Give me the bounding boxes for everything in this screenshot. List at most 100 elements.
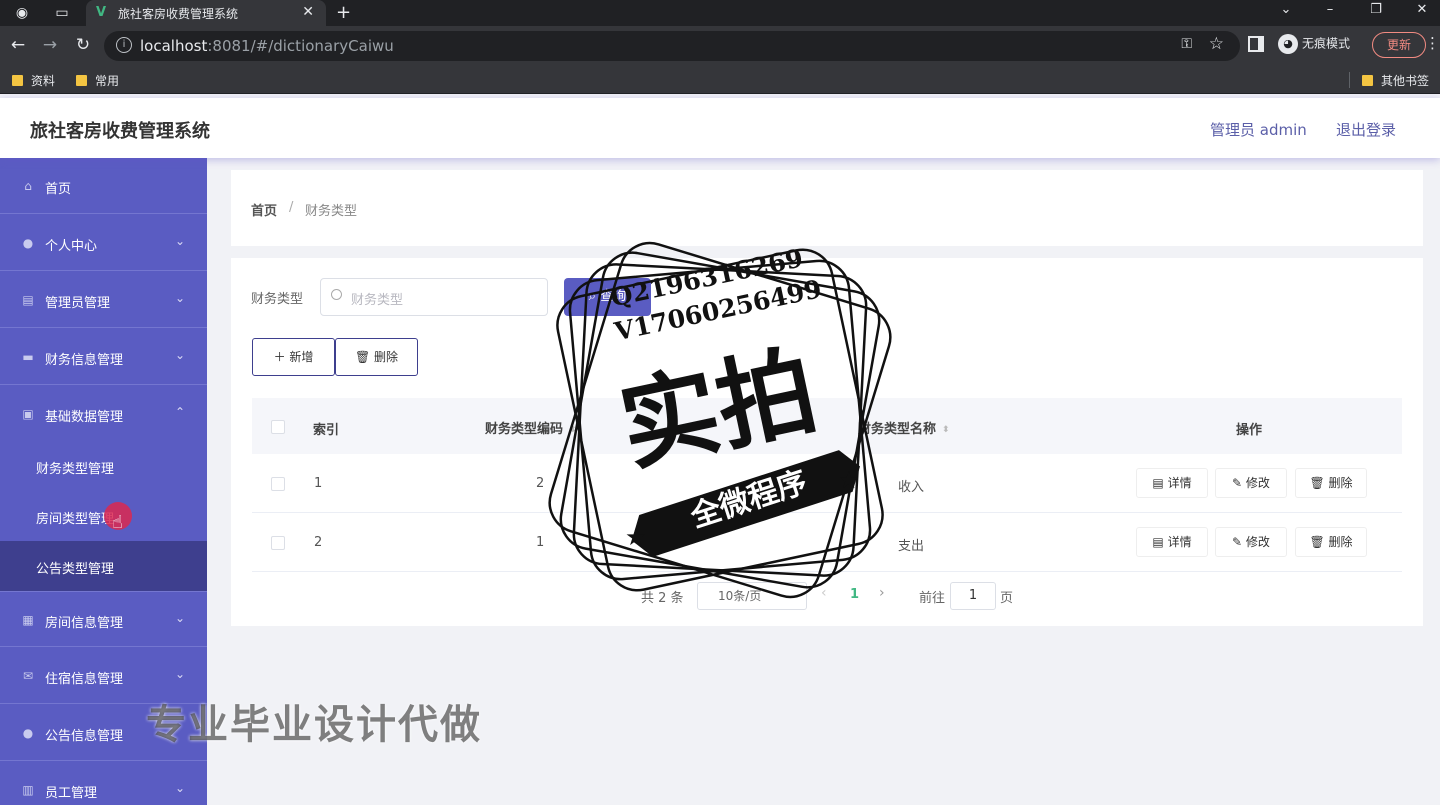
trash-icon: 🗑 <box>1309 535 1329 549</box>
tab-list-icon[interactable]: ⌄ <box>1276 2 1296 17</box>
sidebar-item-profile[interactable]: ● 个人中心 ⌄ <box>0 215 207 271</box>
search-label: 财务类型 <box>251 292 304 307</box>
edit-button[interactable]: ✎ 修改 <box>1215 527 1287 557</box>
col-actions: 操作 <box>1236 423 1263 438</box>
chevron-down-icon: ⌄ <box>175 348 186 362</box>
row-checkbox[interactable] <box>271 477 285 491</box>
sidebar-item-finance[interactable]: ▬ 财务信息管理 ⌄ <box>0 329 207 385</box>
browser-tab[interactable]: V 旅社客房收费管理系统 ✕ <box>86 0 326 26</box>
breadcrumb-home[interactable]: 首页 <box>251 200 277 219</box>
home-icon: ⌂ <box>24 179 32 193</box>
tab-search-icon[interactable]: ▭ <box>52 3 72 23</box>
select-all-checkbox[interactable] <box>271 420 285 434</box>
chevron-down-icon: ⌄ <box>175 781 186 795</box>
update-button[interactable]: 更新 <box>1372 32 1426 58</box>
edit-button[interactable]: ✎ 修改 <box>1215 468 1287 498</box>
sort-icon: ⬍ <box>942 425 950 435</box>
chevron-down-icon: ⌄ <box>175 234 186 248</box>
row-delete-button[interactable]: 🗑 删除 <box>1295 527 1367 557</box>
incognito-indicator[interactable]: ◕ 无痕模式 <box>1278 34 1350 54</box>
search-placeholder: 财务类型 <box>351 293 404 308</box>
edit-icon: ✎ <box>1232 535 1246 549</box>
chevron-down-icon: ⌄ <box>175 611 186 625</box>
goto-label: 前往 <box>919 591 946 606</box>
search-icon <box>331 289 342 300</box>
folder-icon <box>76 75 87 86</box>
minimize-icon[interactable]: – <box>1320 2 1340 17</box>
mail-icon: ✉ <box>22 669 34 683</box>
restore-icon[interactable]: ❐ <box>1366 2 1386 17</box>
user-icon: ● <box>22 236 34 250</box>
forward-icon[interactable]: → <box>39 35 61 55</box>
finance-icon: ▬ <box>22 350 34 364</box>
breadcrumb-separator: / <box>289 200 294 215</box>
back-icon[interactable]: ← <box>7 35 29 55</box>
add-button[interactable]: ＋ 新增 <box>252 338 335 376</box>
other-bookmarks[interactable]: 其他书签 <box>1362 72 1429 89</box>
window-close-icon[interactable]: ✕ <box>1412 2 1432 17</box>
browser-toolbar: ← → ↻ i localhost:8081/#/dictionaryCaiwu… <box>0 26 1440 66</box>
admin-label: 管理员 admin <box>1210 121 1307 139</box>
document-icon: ▤ <box>1152 535 1168 549</box>
goto-page-input[interactable]: 1 <box>950 582 996 610</box>
trash-icon: 🗑 <box>354 350 375 364</box>
submenu-finance-type[interactable]: 财务类型管理 <box>0 441 207 491</box>
data-icon: ▣ <box>22 407 34 421</box>
app-title: 旅社客房收费管理系统 <box>30 121 210 142</box>
breadcrumb-current: 财务类型 <box>305 204 358 219</box>
address-bar[interactable]: i localhost:8081/#/dictionaryCaiwu ⚿ ☆ <box>104 31 1240 61</box>
notice-icon: ● <box>22 726 34 740</box>
submenu-notice-type[interactable]: 公告类型管理 <box>0 541 207 591</box>
key-icon[interactable]: ⚿ <box>1181 36 1192 52</box>
document-icon: ▤ <box>1152 476 1168 490</box>
reload-icon[interactable]: ↻ <box>72 35 94 55</box>
app-header: 旅社客房收费管理系统 管理员 admin 退出登录 <box>0 98 1440 158</box>
sidebar-item-staff[interactable]: ▥ 员工管理 ⌄ <box>0 762 207 805</box>
hand-cursor-icon: ☝ <box>112 512 123 533</box>
search-input[interactable]: 财务类型 <box>320 278 548 316</box>
edit-icon: ✎ <box>1232 476 1246 490</box>
tab-title: 旅社客房收费管理系统 <box>118 7 239 21</box>
vue-logo-icon: V <box>96 5 107 20</box>
globe-icon[interactable]: ◉ <box>12 3 32 23</box>
star-icon: ★ <box>838 466 860 494</box>
close-icon[interactable]: ✕ <box>302 4 314 20</box>
star-icon: ★ <box>625 523 647 551</box>
room-icon: ▦ <box>22 613 34 627</box>
bookmark-folder-ziliao[interactable]: 资料 <box>12 72 55 89</box>
logout-link[interactable]: 退出登录 <box>1336 119 1396 140</box>
sidebar-item-admins[interactable]: ▤ 管理员管理 ⌄ <box>0 272 207 328</box>
detail-button[interactable]: ▤ 详情 <box>1136 468 1208 498</box>
cell-index: 2 <box>314 535 323 550</box>
col-index: 索引 <box>313 423 340 438</box>
url-text[interactable]: localhost:8081/#/dictionaryCaiwu <box>140 37 394 55</box>
page-suffix: 页 <box>1000 591 1014 606</box>
chevron-up-icon: ⌃ <box>175 405 186 419</box>
detail-button[interactable]: ▤ 详情 <box>1136 527 1208 557</box>
side-panel-icon[interactable] <box>1248 36 1264 52</box>
delete-button[interactable]: 🗑 删除 <box>335 338 418 376</box>
incognito-icon: ◕ <box>1278 34 1298 54</box>
info-icon[interactable]: i <box>116 37 132 53</box>
chevron-down-icon: ⌄ <box>175 667 186 681</box>
trash-icon: 🗑 <box>1309 476 1329 490</box>
sidebar-item-rooms[interactable]: ▦ 房间信息管理 ⌄ <box>0 591 207 647</box>
bookmark-folder-changyong[interactable]: 常用 <box>76 72 119 89</box>
bookmark-divider <box>1349 72 1350 88</box>
folder-icon <box>12 75 23 86</box>
sidebar-item-basic-data[interactable]: ▣ 基础数据管理 ⌃ <box>0 386 207 442</box>
folder-icon <box>1362 75 1373 86</box>
chart-icon: ▥ <box>22 783 34 797</box>
browser-tabbar: ◉ ▭ V 旅社客房收费管理系统 ✕ + ⌄ – ❐ ✕ <box>0 0 1440 26</box>
admin-icon: ▤ <box>22 293 34 307</box>
plus-icon: ＋ <box>273 350 290 364</box>
star-icon[interactable]: ☆ <box>1209 34 1224 54</box>
new-tab-icon[interactable]: + <box>336 2 351 23</box>
promo-watermark: 专业毕业设计代做 <box>146 702 482 748</box>
sidebar-item-home[interactable]: ⌂ 首页 <box>0 158 207 214</box>
more-menu-icon[interactable]: ⋮ <box>1425 34 1440 52</box>
row-checkbox[interactable] <box>271 536 285 550</box>
bookmarks-bar: 资料 常用 其他书签 <box>0 66 1440 94</box>
chevron-down-icon: ⌄ <box>175 291 186 305</box>
row-delete-button[interactable]: 🗑 删除 <box>1295 468 1367 498</box>
